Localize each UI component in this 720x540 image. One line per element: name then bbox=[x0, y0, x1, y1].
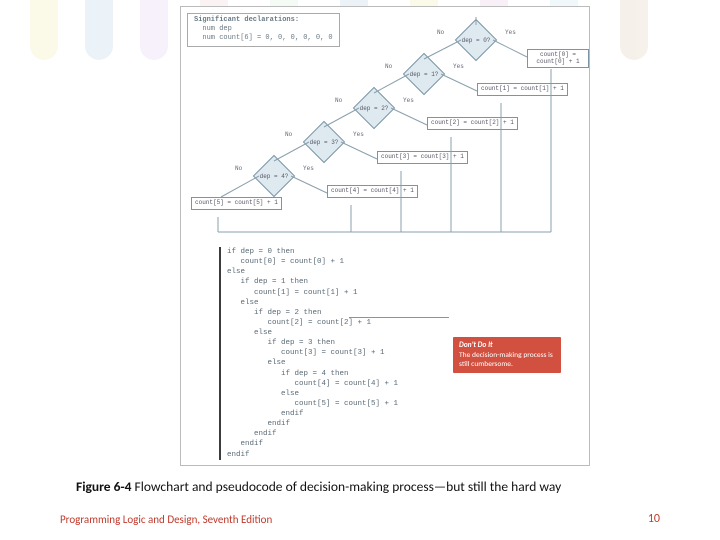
callout-body: The decision-making process is still cum… bbox=[459, 351, 553, 369]
caption-label: Figure 6-4 bbox=[76, 478, 131, 495]
flowchart: dep = 0? No Yes count[0] = count[0] + 1 … bbox=[181, 7, 589, 237]
figure-container: Significant declarations: num dep num co… bbox=[180, 6, 590, 466]
callout-title: Don't Do It bbox=[459, 341, 555, 350]
caption-text: Flowchart and pseudocode of decision-mak… bbox=[131, 478, 561, 495]
footer-book-title: Programming Logic and Design, Seventh Ed… bbox=[60, 513, 272, 526]
dont-do-it-callout: Don't Do It The decision-making process … bbox=[453, 337, 561, 373]
callout-pointer bbox=[349, 317, 449, 318]
footer-page-number: 10 bbox=[648, 512, 660, 526]
flow-connectors bbox=[181, 7, 589, 237]
figure-caption: Figure 6-4 Flowchart and pseudocode of d… bbox=[76, 478, 561, 495]
